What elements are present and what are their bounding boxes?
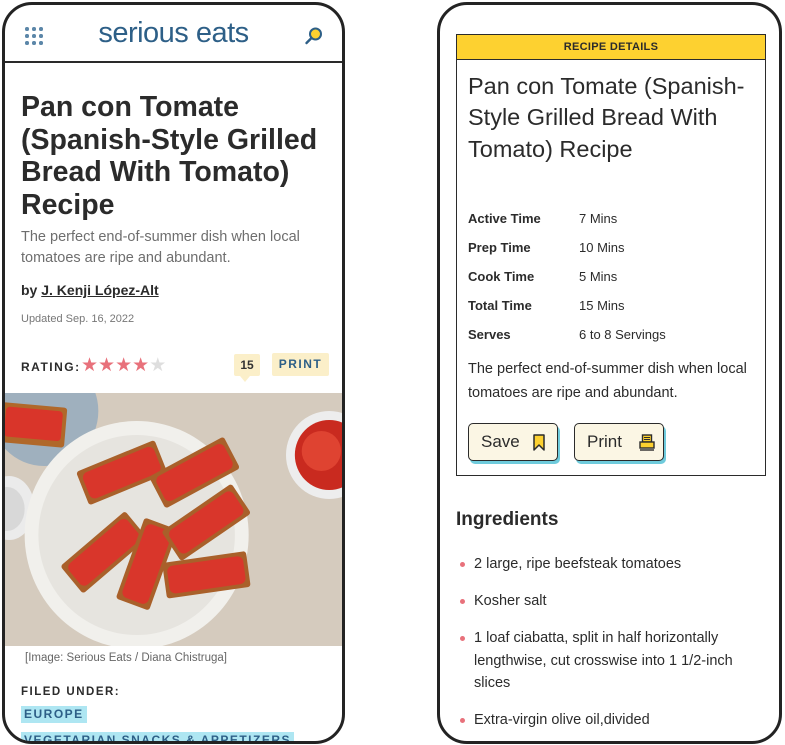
rating-label: RATING: [21,360,81,374]
meta-label: Active Time [468,211,541,226]
tag-vegetarian-snacks[interactable]: VEGETARIAN SNACKS & APPETIZERS [21,732,295,741]
meta-row-active-time: Active Time 7 Mins [468,211,617,226]
meta-value: 7 Mins [579,211,618,226]
bullet-icon [460,562,465,567]
meta-row-serves: Serves 6 to 8 Servings [468,327,666,342]
ingredient-item: Extra-virgin olive oil,divided [474,712,650,728]
ingredients-heading: Ingredients [456,509,559,530]
bullet-icon [460,636,465,641]
meta-row-cook-time: Cook Time 5 Mins [468,269,617,284]
site-logo[interactable]: serious eats [5,17,342,50]
meta-row-prep-time: Prep Time 10 Mins [468,240,625,255]
star-icon[interactable]: ★ [98,355,115,376]
article-subtitle: The perfect end-of-summer dish when loca… [21,229,300,266]
meta-value: 10 Mins [579,240,625,255]
meta-label: Cook Time [468,269,535,284]
recipe-title: Pan con Tomate (Spanish-Style Grilled Br… [468,73,745,162]
meta-label: Serves [468,327,511,342]
recipe-photo [5,393,342,646]
bullet-icon [460,599,465,604]
photo-caption: [Image: Serious Eats / Diana Chistruga] [25,652,227,664]
star-rating[interactable]: ★★★★★ [81,354,166,377]
print-button[interactable]: Print [574,423,664,461]
author-link[interactable]: J. Kenji López-Alt [41,282,158,298]
ingredient-item: 1 loaf ciabatta, split in half horizonta… [474,630,733,691]
bullet-icon [460,718,465,723]
meta-value: 6 to 8 Servings [579,327,666,342]
star-icon[interactable]: ★ [149,355,166,376]
byline-prefix: by [21,282,38,298]
star-icon[interactable]: ★ [81,355,98,376]
byline: by J. Kenji López-Alt [21,282,159,298]
updated-date: Updated Sep. 16, 2022 [21,313,135,325]
ingredient-item: 2 large, ripe beefsteak tomatoes [474,556,682,572]
save-button[interactable]: Save [468,423,558,461]
meta-label: Total Time [468,298,532,313]
recipe-description: The perfect end-of-summer dish when loca… [468,361,747,401]
print-link[interactable]: PRINT [272,353,329,376]
search-icon[interactable] [304,26,324,46]
filed-under-label: FILED UNDER: [21,686,121,698]
card-header: RECIPE DETAILS [457,35,765,60]
recipe-details-phone-screen: RECIPE DETAILS Pan con Tomate (Spanish-S… [437,2,782,744]
ingredient-item: Kosher salt [474,593,547,609]
print-button-label: Print [587,432,622,451]
printer-icon [639,434,655,451]
meta-row-total-time: Total Time 15 Mins [468,298,625,313]
meta-label: Prep Time [468,240,531,255]
star-icon[interactable]: ★ [132,355,149,376]
page-title: Pan con Tomate (Spanish-Style Grilled Br… [21,91,318,221]
tag-europe[interactable]: EUROPE [21,706,87,723]
meta-value: 5 Mins [579,269,618,284]
recipe-details-card: RECIPE DETAILS Pan con Tomate (Spanish-S… [456,34,766,476]
site-header: serious eats [5,5,342,63]
star-icon[interactable]: ★ [115,355,132,376]
meta-value: 15 Mins [579,298,625,313]
save-button-label: Save [481,432,520,451]
bookmark-icon [533,434,545,451]
comment-count-badge[interactable]: 15 [234,354,260,382]
article-phone-screen: serious eats Pan con Tomate (Spanish-Sty… [2,2,345,744]
